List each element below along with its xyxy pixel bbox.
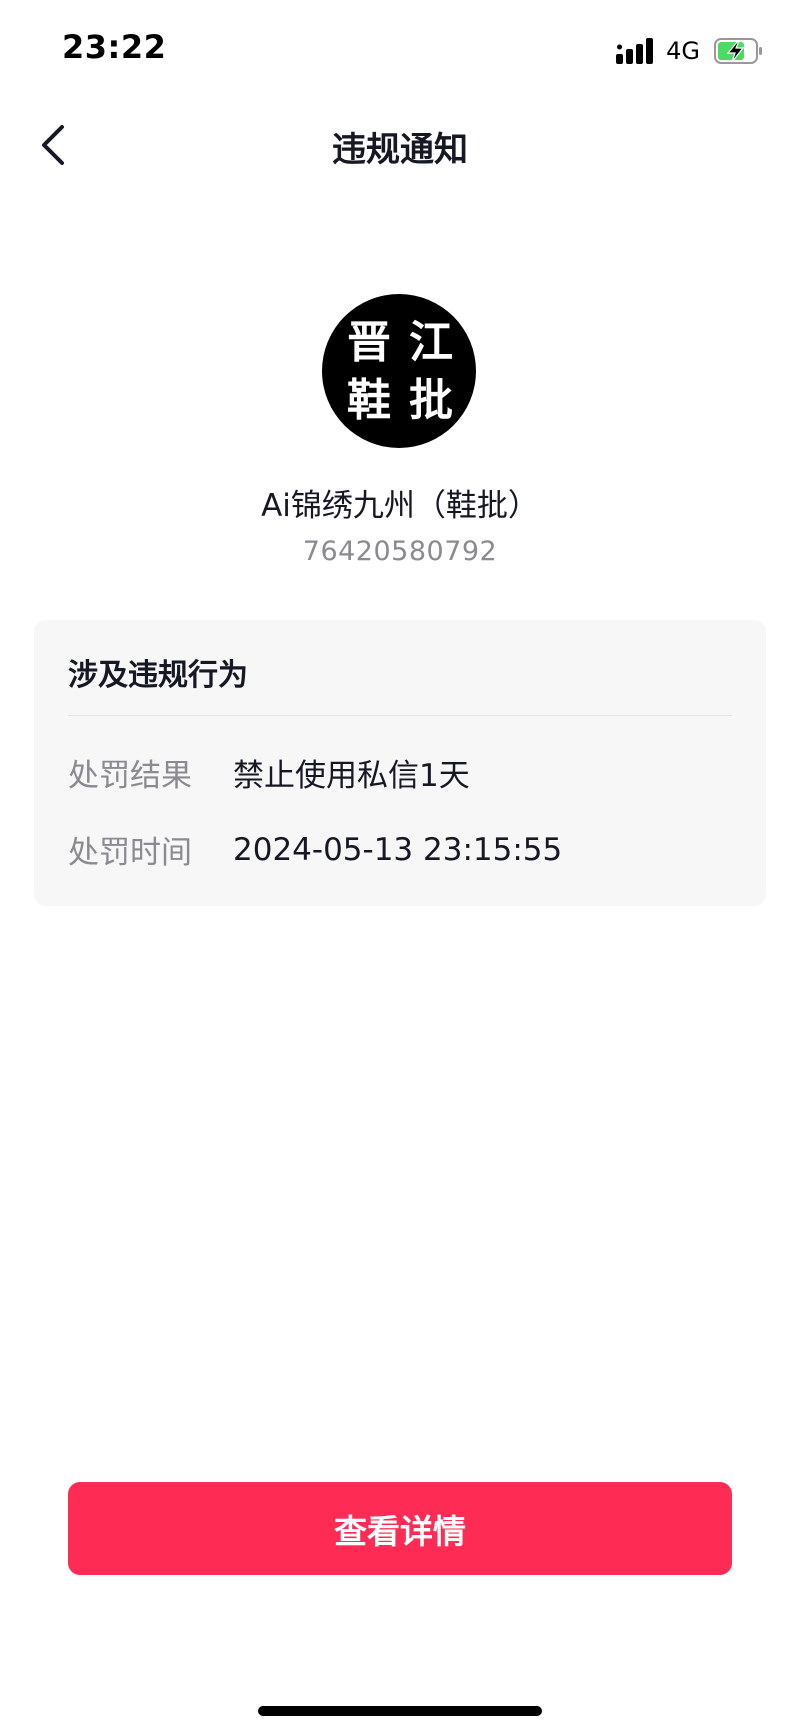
- penalty-time-row: 处罚时间 2024-05-13 23:15:55: [68, 827, 562, 872]
- card-title: 涉及违规行为: [68, 658, 248, 693]
- avatar: 晋 江 鞋 批: [322, 294, 476, 448]
- avatar-char: 晋: [347, 317, 391, 368]
- status-time: 23:22: [62, 28, 167, 66]
- signal-bars-icon: [616, 38, 654, 64]
- avatar-char: 江: [409, 317, 453, 368]
- penalty-result-label: 处罚结果: [68, 758, 192, 794]
- nav-bar: 违规通知: [0, 100, 800, 190]
- penalty-time-value: 2024-05-13 23:15:55: [233, 831, 563, 868]
- penalty-time-label: 处罚时间: [68, 835, 192, 871]
- status-indicators: 4G: [616, 36, 764, 66]
- status-bar: 23:22 4G: [0, 0, 800, 100]
- penalty-result-value: 禁止使用私信1天: [233, 758, 470, 794]
- penalty-result-row: 处罚结果 禁止使用私信1天: [68, 750, 470, 795]
- network-type: 4G: [666, 37, 700, 65]
- avatar-char: 鞋: [347, 375, 391, 426]
- battery-charging-icon: [714, 38, 762, 64]
- account-id: 76420580792: [302, 536, 498, 567]
- avatar-char: 批: [409, 375, 453, 426]
- account-name: Ai锦绣九州（鞋批）: [261, 488, 539, 524]
- view-details-button[interactable]: 查看详情: [68, 1482, 732, 1575]
- home-indicator[interactable]: [258, 1706, 542, 1716]
- divider: [68, 715, 732, 716]
- page-title: 违规通知: [332, 130, 468, 170]
- violation-card: 涉及违规行为 处罚结果 禁止使用私信1天 处罚时间 2024-05-13 23:…: [34, 620, 766, 906]
